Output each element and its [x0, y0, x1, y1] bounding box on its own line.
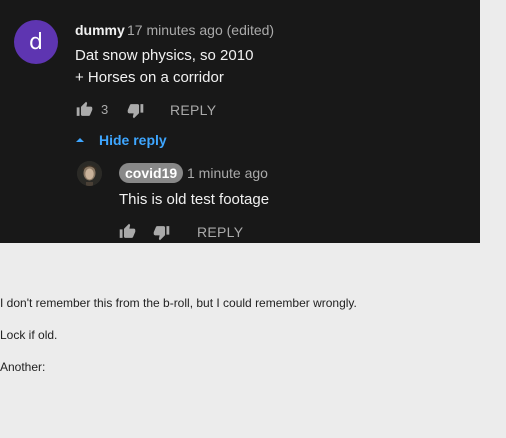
reply-author-badge[interactable]: covid19	[119, 163, 184, 183]
comment-text-line1: Dat snow physics, so 2010	[75, 47, 254, 64]
thumbs-up-icon[interactable]	[119, 223, 136, 240]
reply-timestamp[interactable]: 1 minute ago	[187, 165, 268, 181]
commenter-avatar[interactable]: d	[14, 20, 58, 64]
reply-avatar[interactable]	[77, 161, 102, 186]
comment-text-line2: + Horses on a corridor	[75, 69, 224, 86]
like-count: 3	[101, 102, 109, 117]
reply-button[interactable]: REPLY	[170, 102, 216, 118]
thumbs-down-icon[interactable]	[127, 102, 144, 119]
post-text-line2: Lock if old.	[0, 328, 58, 342]
thumbs-down-icon[interactable]	[153, 224, 170, 241]
hide-reply-toggle[interactable]: Hide reply	[75, 132, 167, 148]
reply-reply-button[interactable]: REPLY	[197, 224, 243, 240]
comment-timestamp[interactable]: 17 minutes ago (edited)	[127, 22, 274, 38]
caret-up-icon	[75, 135, 85, 145]
comment-panel: d dummy 17 minutes ago (edited) Dat snow…	[0, 0, 480, 243]
thumbs-up-icon[interactable]	[76, 101, 93, 118]
post-text-line1: I don't remember this from the b-roll, b…	[0, 296, 357, 310]
reply-text: This is old test footage	[119, 191, 270, 208]
post-text-line3: Another:	[0, 360, 46, 374]
hide-reply-label: Hide reply	[99, 132, 167, 148]
avatar-image-icon	[77, 161, 102, 186]
comment-author[interactable]: dummy	[75, 22, 125, 38]
avatar-letter: d	[29, 29, 43, 55]
